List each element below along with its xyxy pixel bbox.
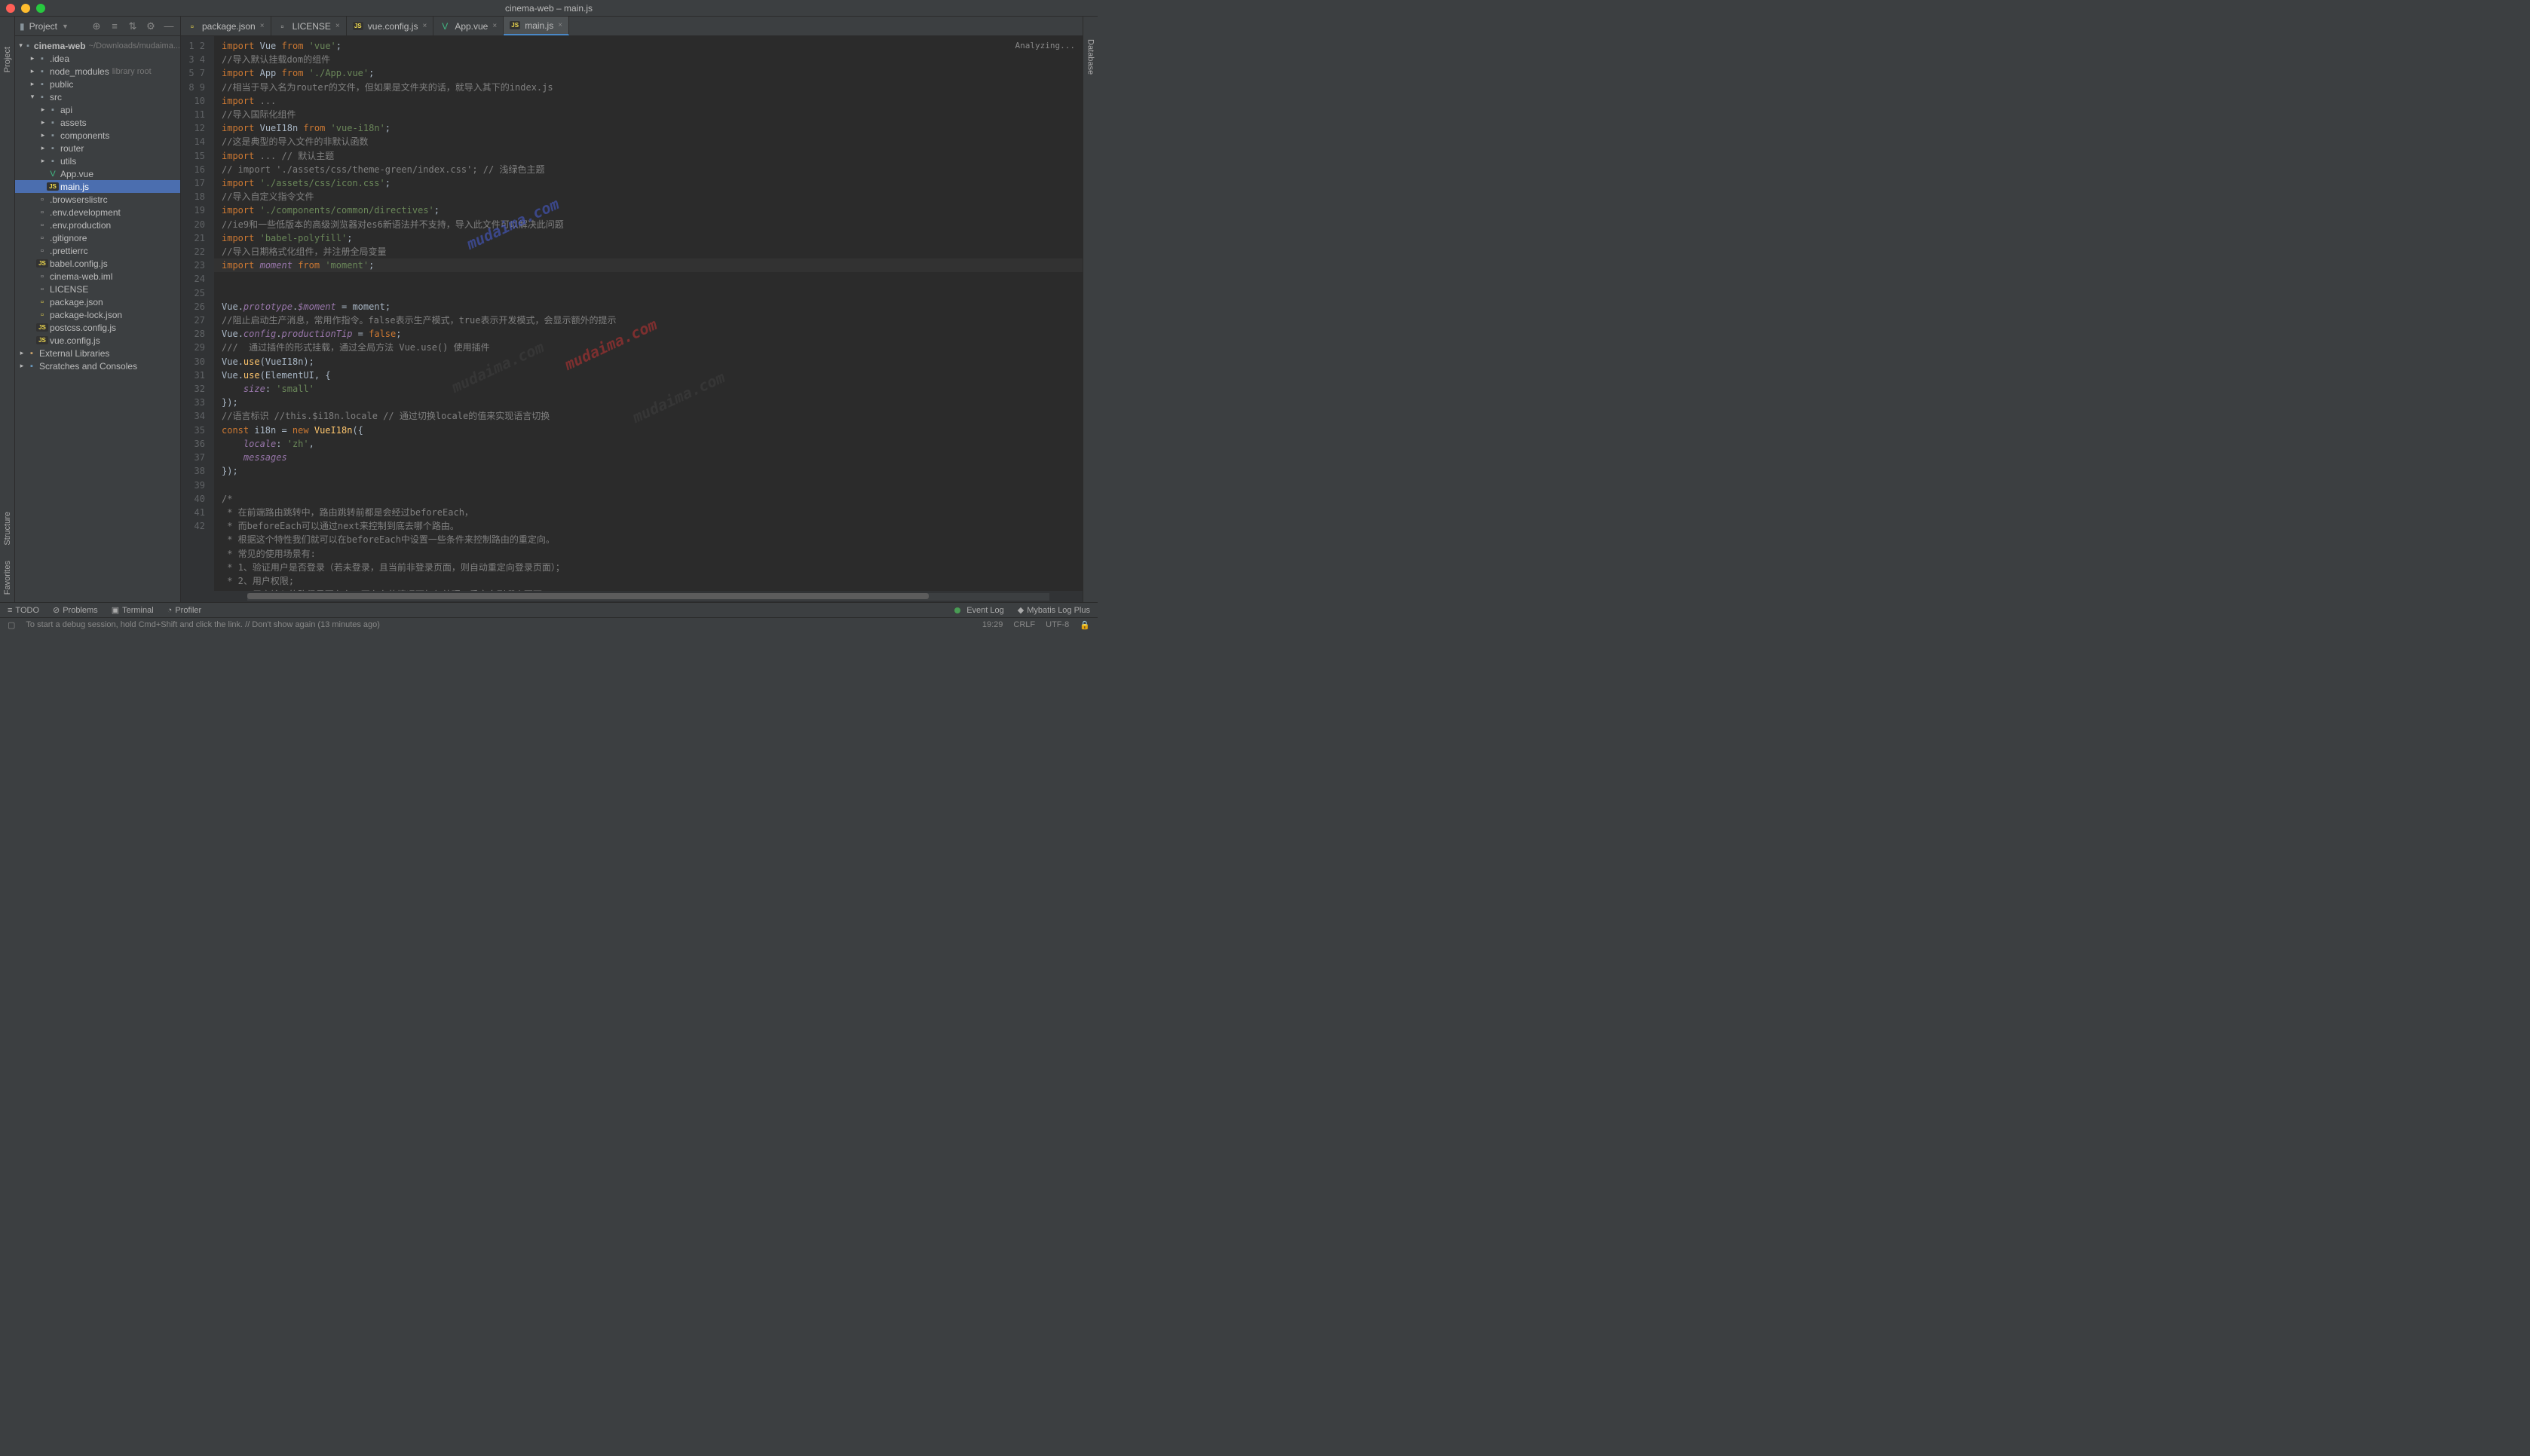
profiler-icon: ◔ [167,606,173,615]
project-sidebar: ▮ Project ▼ ⊕ ≡ ⇅ ⚙ — ▾▪cinema-web~/Down… [15,17,181,602]
close-icon[interactable]: × [335,22,340,30]
project-tool-tab[interactable]: Project [3,47,12,72]
tree-external-libs[interactable]: ▸▪External Libraries [15,347,180,359]
tree-api[interactable]: ▸▪api [15,103,180,116]
right-tool-strip: Database [1083,17,1098,602]
tree-scratches[interactable]: ▸▪Scratches and Consoles [15,359,180,372]
plugin-icon: ◆ [1018,605,1024,615]
tree-vueconfig[interactable]: JSvue.config.js [15,334,180,347]
database-tool-tab[interactable]: Database [1086,39,1095,75]
tree-router[interactable]: ▸▪router [15,142,180,154]
tree-env-dev[interactable]: ▫.env.development [15,206,180,219]
tree-postcss[interactable]: JSpostcss.config.js [15,321,180,334]
tree-babel[interactable]: JSbabel.config.js [15,257,180,270]
left-tool-strip: Project Structure Favorites [0,17,15,602]
profiler-tool[interactable]: ◔Profiler [167,606,202,615]
minimize-window[interactable] [21,4,30,13]
titlebar: cinema-web – main.js [0,0,1098,17]
status-message: To start a debug session, hold Cmd+Shift… [26,620,380,629]
file-encoding[interactable]: UTF-8 [1046,620,1069,629]
window-title: cinema-web – main.js [505,3,593,14]
tree-public[interactable]: ▸▪public [15,78,180,90]
status-bar: ▢ To start a debug session, hold Cmd+Shi… [0,617,1098,632]
collapse-icon[interactable]: ⇅ [126,20,139,33]
lock-icon[interactable]: 🔒 [1080,620,1090,630]
close-icon[interactable]: × [492,22,497,30]
close-icon[interactable]: × [558,21,562,29]
editor-area: ▫package.json× ▫LICENSE× JSvue.config.js… [181,17,1083,602]
tree-browserslistrc[interactable]: ▫.browserslistrc [15,193,180,206]
tree-main-js[interactable]: JSmain.js [15,180,180,193]
folder-icon: ▮ [20,21,25,32]
locate-icon[interactable]: ⊕ [90,20,103,33]
tree-license[interactable]: ▫LICENSE [15,283,180,295]
tree-node-modules[interactable]: ▸▪node_moduleslibrary root [15,65,180,78]
project-root[interactable]: ▾▪cinema-web~/Downloads/mudaima... [15,39,180,52]
problems-tool[interactable]: ⊘Problems [53,605,98,615]
tree-package[interactable]: ▫package.json [15,295,180,308]
tree-app-vue[interactable]: VApp.vue [15,167,180,180]
editor-tabs: ▫package.json× ▫LICENSE× JSvue.config.js… [181,17,1083,36]
tree-package-lock[interactable]: ▫package-lock.json [15,308,180,321]
structure-tool-tab[interactable]: Structure [3,512,12,546]
code-editor[interactable]: 1 2 3 4 5 7 8 9 10 11 12 14 15 16 17 18 … [181,36,1083,591]
tree-iml[interactable]: ▫cinema-web.iml [15,270,180,283]
tree-assets[interactable]: ▸▪assets [15,116,180,129]
project-dropdown[interactable]: Project [29,21,57,32]
project-tree: ▾▪cinema-web~/Downloads/mudaima... ▸▪.id… [15,36,180,602]
event-indicator-icon [954,607,960,613]
close-icon[interactable]: × [422,22,427,30]
tree-idea[interactable]: ▸▪.idea [15,52,180,65]
expand-icon[interactable]: ≡ [108,20,121,33]
warning-icon: ⊘ [53,605,60,615]
terminal-icon: ▣ [112,605,119,615]
tool-window-toggle-icon[interactable]: ▢ [8,620,15,630]
tab-package-json[interactable]: ▫package.json× [181,17,271,35]
gear-icon[interactable]: ⚙ [144,20,158,33]
favorites-tool-tab[interactable]: Favorites [3,561,12,595]
tab-main-js[interactable]: JSmain.js× [504,17,569,35]
tree-components[interactable]: ▸▪components [15,129,180,142]
close-window[interactable] [6,4,15,13]
tab-license[interactable]: ▫LICENSE× [271,17,347,35]
tree-gitignore[interactable]: ▫.gitignore [15,231,180,244]
line-gutter: 1 2 3 4 5 7 8 9 10 11 12 14 15 16 17 18 … [181,36,214,591]
watermark: mudaima.com [630,370,727,424]
tree-prettierrc[interactable]: ▫.prettierrc [15,244,180,257]
mybatis-tool[interactable]: ◆Mybatis Log Plus [1018,605,1090,615]
tree-env-prod[interactable]: ▫.env.production [15,219,180,231]
list-icon: ≡ [8,606,12,615]
horizontal-scrollbar[interactable] [247,593,1049,601]
cursor-position[interactable]: 19:29 [982,620,1003,629]
tree-utils[interactable]: ▸▪utils [15,154,180,167]
tab-vue-config[interactable]: JSvue.config.js× [347,17,434,35]
sidebar-header: ▮ Project ▼ ⊕ ≡ ⇅ ⚙ — [15,17,180,36]
hide-icon[interactable]: — [162,20,176,33]
code-body[interactable]: import Vue from 'vue'; //导入默认挂载dom的组件 im… [214,36,1083,591]
tree-src[interactable]: ▾▪src [15,90,180,103]
terminal-tool[interactable]: ▣Terminal [112,605,154,615]
line-ending[interactable]: CRLF [1013,620,1035,629]
event-log-tool[interactable]: Event Log [954,606,1004,615]
analyzing-status: Analyzing... [1015,39,1075,53]
tab-app-vue[interactable]: VApp.vue× [433,17,504,35]
todo-tool[interactable]: ≡TODO [8,606,39,615]
maximize-window[interactable] [36,4,45,13]
close-icon[interactable]: × [260,22,265,30]
bottom-tool-bar: ≡TODO ⊘Problems ▣Terminal ◔Profiler Even… [0,602,1098,617]
